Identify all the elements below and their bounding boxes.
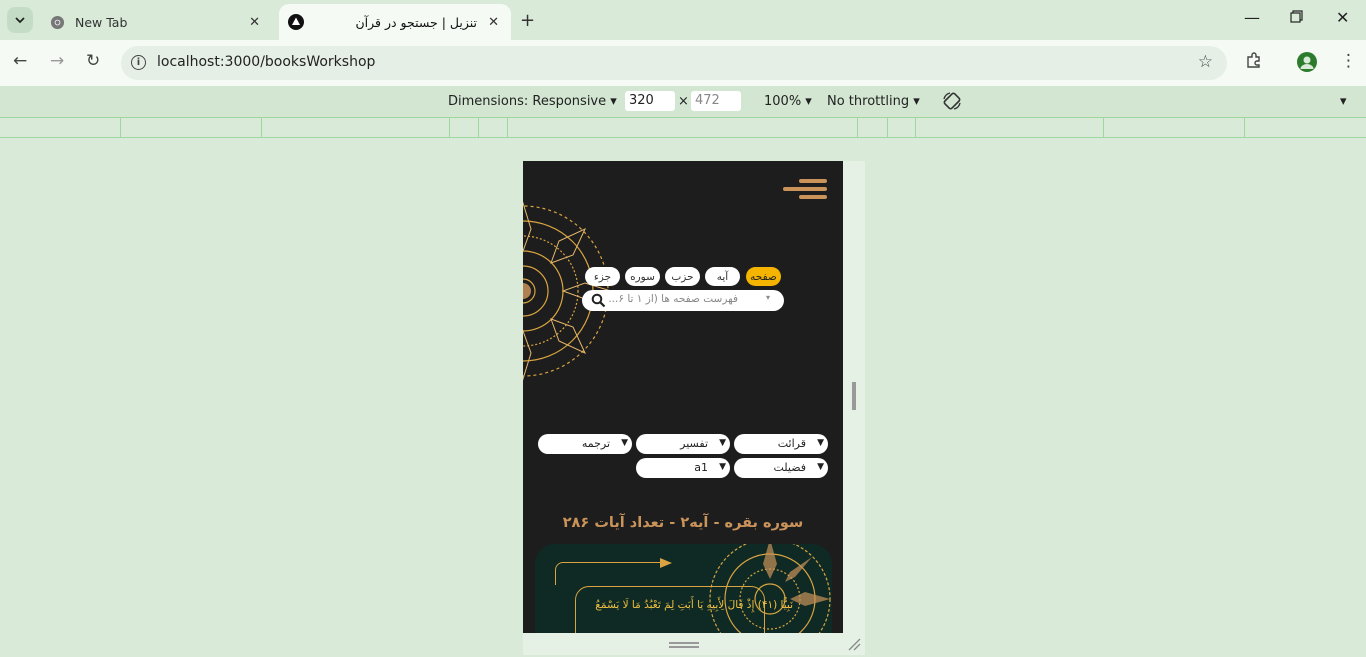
- tab-juz[interactable]: جزء: [585, 267, 620, 286]
- decorative-frame-line: [555, 562, 666, 585]
- zoom-select[interactable]: 100% ▾: [764, 94, 812, 109]
- minimize-icon[interactable]: —: [1244, 8, 1260, 27]
- tab-page[interactable]: صفحه: [746, 267, 781, 286]
- ruler-segment[interactable]: [507, 118, 508, 137]
- extensions-icon[interactable]: [1245, 51, 1263, 74]
- chevron-down-icon: [15, 17, 25, 24]
- media-query-bar: [0, 117, 1366, 138]
- browser-toolbar: ← → ↻ i localhost:3000/booksWorkshop ☆ ⋮: [0, 40, 1366, 86]
- tab-surah[interactable]: سوره: [625, 267, 660, 286]
- ruler-segment[interactable]: [857, 118, 858, 137]
- throttling-select[interactable]: No throttling ▾: [827, 94, 920, 109]
- verse-card: نَبِيًّا (۴۱) إِذْ قَالَ لِأَبِيهِ يَا أ…: [535, 544, 832, 633]
- tafsir-label: تفسیر: [680, 437, 708, 450]
- tab-title: تنزیل | جستجو در قرآن: [355, 14, 477, 30]
- dropdown-caret-icon[interactable]: ▾: [766, 293, 770, 302]
- tab-new-tab[interactable]: New Tab ✕: [40, 4, 272, 40]
- vertical-resize-handle[interactable]: [669, 642, 699, 648]
- chevron-down-icon: ▼: [719, 462, 726, 472]
- chevron-down-icon: ▼: [817, 438, 824, 448]
- site-info-icon[interactable]: i: [131, 55, 146, 70]
- ruler-segment[interactable]: [261, 118, 262, 137]
- arrow-head-icon: [660, 558, 672, 568]
- restore-icon[interactable]: [1290, 8, 1303, 27]
- ruler-segment[interactable]: [478, 118, 479, 137]
- search-placeholder: فهرست صفحه ها (از ۱ تا ۶...: [608, 293, 738, 305]
- profile-avatar[interactable]: [1297, 52, 1317, 72]
- tab-active-app[interactable]: تنزیل | جستجو در قرآن ✕: [279, 4, 511, 40]
- a1-select[interactable]: a1 ▼: [636, 458, 730, 478]
- fazilat-select[interactable]: فضیلت ▼: [734, 458, 828, 478]
- emulated-viewport: صفحه آیه حزب سوره جزء فهرست صفحه ها (از …: [523, 161, 843, 633]
- qiraat-label: قرائت: [777, 437, 806, 450]
- tab-search-button[interactable]: [7, 7, 33, 33]
- tab-strip: New Tab ✕ تنزیل | جستجو در قرآن ✕ + — ✕: [0, 0, 1366, 40]
- close-tab-icon[interactable]: ✕: [488, 15, 499, 30]
- address-bar[interactable]: i localhost:3000/booksWorkshop ☆: [121, 46, 1227, 80]
- forward-icon[interactable]: →: [50, 51, 64, 71]
- ruler-segment[interactable]: [1244, 118, 1245, 137]
- corner-resize-icon[interactable]: [847, 637, 861, 651]
- a1-label: a1: [694, 461, 708, 474]
- ruler-segment[interactable]: [915, 118, 916, 137]
- ruler-segment[interactable]: [449, 118, 450, 137]
- dimensions-select[interactable]: Dimensions: Responsive ▾: [448, 94, 617, 109]
- more-menu-icon[interactable]: ⋮: [1340, 51, 1357, 71]
- chevron-down-icon: ▼: [719, 438, 726, 448]
- tarjome-select[interactable]: ترجمه ▼: [538, 434, 632, 454]
- close-tab-icon[interactable]: ✕: [249, 15, 260, 30]
- zoom-label: 100%: [764, 94, 802, 109]
- throttling-label: No throttling: [827, 94, 910, 109]
- reload-icon[interactable]: ↻: [86, 51, 100, 71]
- dimensions-label: Dimensions: Responsive: [448, 94, 607, 109]
- ruler-segment[interactable]: [1103, 118, 1104, 137]
- ruler-segment[interactable]: [887, 118, 888, 137]
- times-sign: ×: [678, 94, 689, 109]
- device-toolbar: Dimensions: Responsive ▾ 320 × 472 100% …: [0, 86, 1366, 117]
- height-input[interactable]: 472: [691, 91, 741, 111]
- fazilat-label: فضیلت: [773, 461, 806, 474]
- back-icon[interactable]: ←: [13, 51, 27, 71]
- search-icon[interactable]: [591, 293, 606, 312]
- tab-ayah[interactable]: آیه: [705, 267, 740, 286]
- page-search-input[interactable]: فهرست صفحه ها (از ۱ تا ۶... ▾: [582, 290, 784, 311]
- chrome-icon: [49, 14, 65, 30]
- qiraat-select[interactable]: قرائت ▼: [734, 434, 828, 454]
- tab-hizb[interactable]: حزب: [665, 267, 700, 286]
- hamburger-menu-icon[interactable]: [783, 179, 827, 203]
- horizontal-resize-handle[interactable]: [852, 382, 856, 410]
- app-logo-icon: [288, 14, 304, 30]
- width-input[interactable]: 320: [625, 91, 675, 111]
- verse-text: نَبِيًّا (۴۱) إِذْ قَالَ لِأَبِيهِ يَا أ…: [595, 599, 793, 611]
- chevron-down-icon: ▼: [817, 462, 824, 472]
- new-tab-button[interactable]: +: [520, 10, 535, 31]
- tafsir-select[interactable]: تفسیر ▼: [636, 434, 730, 454]
- url-text[interactable]: localhost:3000/booksWorkshop: [157, 54, 375, 70]
- rotate-icon[interactable]: [942, 91, 962, 115]
- tab-title: New Tab: [75, 14, 128, 30]
- close-window-icon[interactable]: ✕: [1336, 8, 1349, 27]
- bookmark-star-icon[interactable]: ☆: [1198, 52, 1213, 72]
- chevron-down-icon: ▼: [621, 438, 628, 448]
- more-options-icon[interactable]: ▾: [1340, 94, 1347, 109]
- ruler-segment[interactable]: [120, 118, 121, 137]
- tarjome-label: ترجمه: [581, 437, 610, 450]
- surah-title: سوره بقره - آیه۲ - تعداد آیات ۲۸۶: [562, 515, 804, 531]
